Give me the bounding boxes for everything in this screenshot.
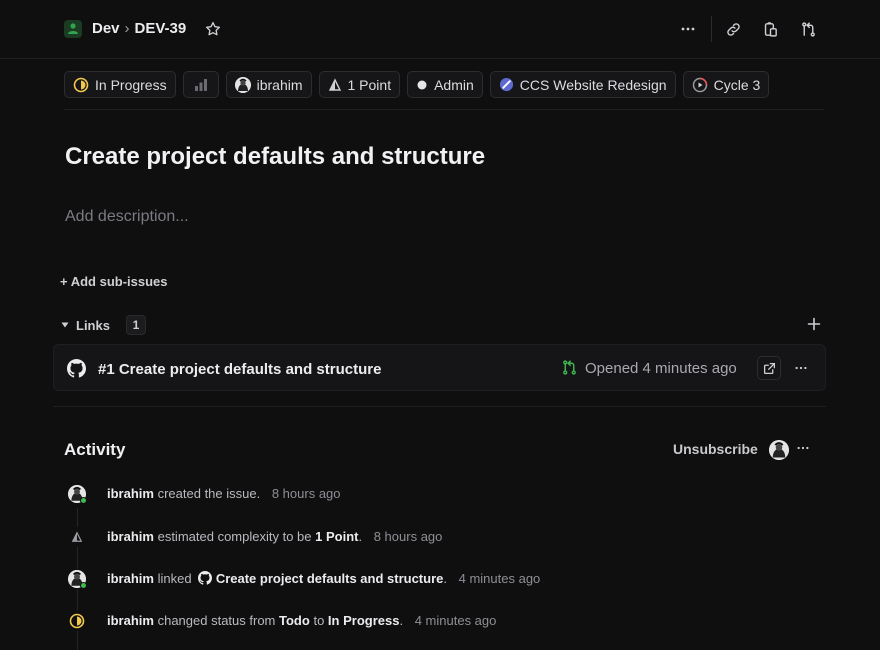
cycle-icon [692,77,707,92]
cycle-label: Cycle 3 [713,76,761,93]
project-label: CCS Website Redesign [519,76,667,93]
activity-actor[interactable]: ibrahim [107,571,154,586]
in-progress-icon [73,77,89,92]
activity-time: 8 hours ago [271,486,341,501]
activity-actor[interactable]: ibrahim [107,486,154,501]
activity-time: 4 minutes ago [414,613,497,628]
favorite-star-icon[interactable] [204,20,222,38]
github-icon [198,571,213,585]
links-label: Links [76,317,110,333]
toolbar-divider [711,16,712,42]
status-label: In Progress [95,76,167,93]
description-placeholder[interactable]: Add description... [65,208,189,226]
activity-suffix: . [443,571,447,586]
actor-avatar[interactable] [67,569,87,589]
estimate-icon [328,77,341,91]
priority-bars-icon [194,78,207,91]
activity-text: ibrahim changed status from Todo to In P… [107,613,496,628]
copy-branch-icon[interactable] [797,18,819,40]
online-status-dot [80,497,87,504]
assignee-label: ibrahim [256,76,303,93]
activity-time: 4 minutes ago [458,571,541,586]
links-count-badge: 1 [125,315,146,335]
activity-text: ibrahim estimated complexity to be 1 Poi… [107,529,442,544]
activity-action: estimated complexity to be [157,529,312,544]
activity-time: 8 hours ago [373,529,443,544]
status-chip[interactable]: In Progress [64,71,176,98]
copy-id-icon[interactable] [759,18,781,40]
copy-link-icon[interactable] [722,18,744,40]
activity-to-status: In Progress [327,613,400,628]
issue-title[interactable]: Create project defaults and structure [65,143,485,171]
link-more-icon[interactable] [794,361,808,380]
activity-suffix: . [358,529,363,544]
priority-chip[interactable] [182,71,219,98]
link-status: Opened 4 minutes ago [585,360,737,377]
add-sub-issues-button[interactable]: + Add sub-issues [60,274,168,289]
activity-action: changed status from [157,613,276,628]
issue-properties: In Progress ibrahim 1 Point Admin CCS We… [64,71,770,98]
activity-entry: ibrahim linked Create project defaults a… [0,567,880,591]
activity-suffix: . [399,613,404,628]
breadcrumb-issue-id[interactable]: DEV-39 [135,20,187,37]
activity-actor[interactable]: ibrahim [107,613,154,628]
github-icon [67,359,86,383]
activity-text: ibrahim linked Create project defaults a… [107,571,540,586]
activity-action: created the issue. [157,486,261,501]
activity-entry: ibrahim estimated complexity to be 1 Poi… [0,525,880,549]
open-external-icon[interactable] [757,356,781,380]
divider [64,109,824,110]
avatar [769,440,789,460]
link-item[interactable]: #1 Create project defaults and structure… [53,344,826,391]
activity-entry: ibrahim changed status from Todo to In P… [0,609,880,633]
project-icon [499,77,513,92]
activity-link-title[interactable]: Create project defaults and structure [216,571,444,586]
estimate-icon [67,527,87,547]
label-chip[interactable]: Admin [407,71,483,98]
label-label: Admin [434,76,474,93]
estimate-chip[interactable]: 1 Point [318,71,401,98]
team-icon[interactable] [64,20,82,38]
more-options-icon[interactable] [677,18,699,40]
link-title[interactable]: #1 Create project defaults and structure [98,361,381,378]
activity-text: ibrahim created the issue. 8 hours ago [107,486,341,501]
in-progress-icon [67,611,87,631]
label-dot-icon [417,80,427,89]
project-chip[interactable]: CCS Website Redesign [489,71,676,98]
top-bar: Dev › DEV-39 [0,0,880,59]
breadcrumb-separator: › [124,20,130,37]
online-status-dot [80,582,87,589]
activity-actor[interactable]: ibrahim [107,529,154,544]
activity-from-status: Todo [279,613,310,628]
activity-value: 1 Point [315,529,359,544]
caret-down-icon [61,322,69,328]
activity-heading: Activity [64,440,126,459]
cycle-chip[interactable]: Cycle 3 [682,71,770,98]
breadcrumb-team[interactable]: Dev [92,20,120,37]
unsubscribe-button[interactable]: Unsubscribe [673,441,758,457]
links-section-toggle[interactable]: Links 1 [60,315,146,335]
pull-request-icon [561,359,578,381]
add-link-plus-icon[interactable] [806,316,822,332]
estimate-label: 1 Point [347,76,392,93]
activity-action: linked [157,571,192,586]
activity-to-word: to [313,613,325,628]
activity-more-icon[interactable] [796,441,810,460]
activity-entry: ibrahim created the issue. 8 hours ago [0,482,880,506]
avatar [234,76,251,93]
divider [53,406,826,407]
breadcrumb: Dev › DEV-39 [92,20,186,37]
assignee-chip[interactable]: ibrahim [225,71,312,98]
subscriber-avatar[interactable] [769,440,789,460]
actor-avatar[interactable] [67,484,87,504]
